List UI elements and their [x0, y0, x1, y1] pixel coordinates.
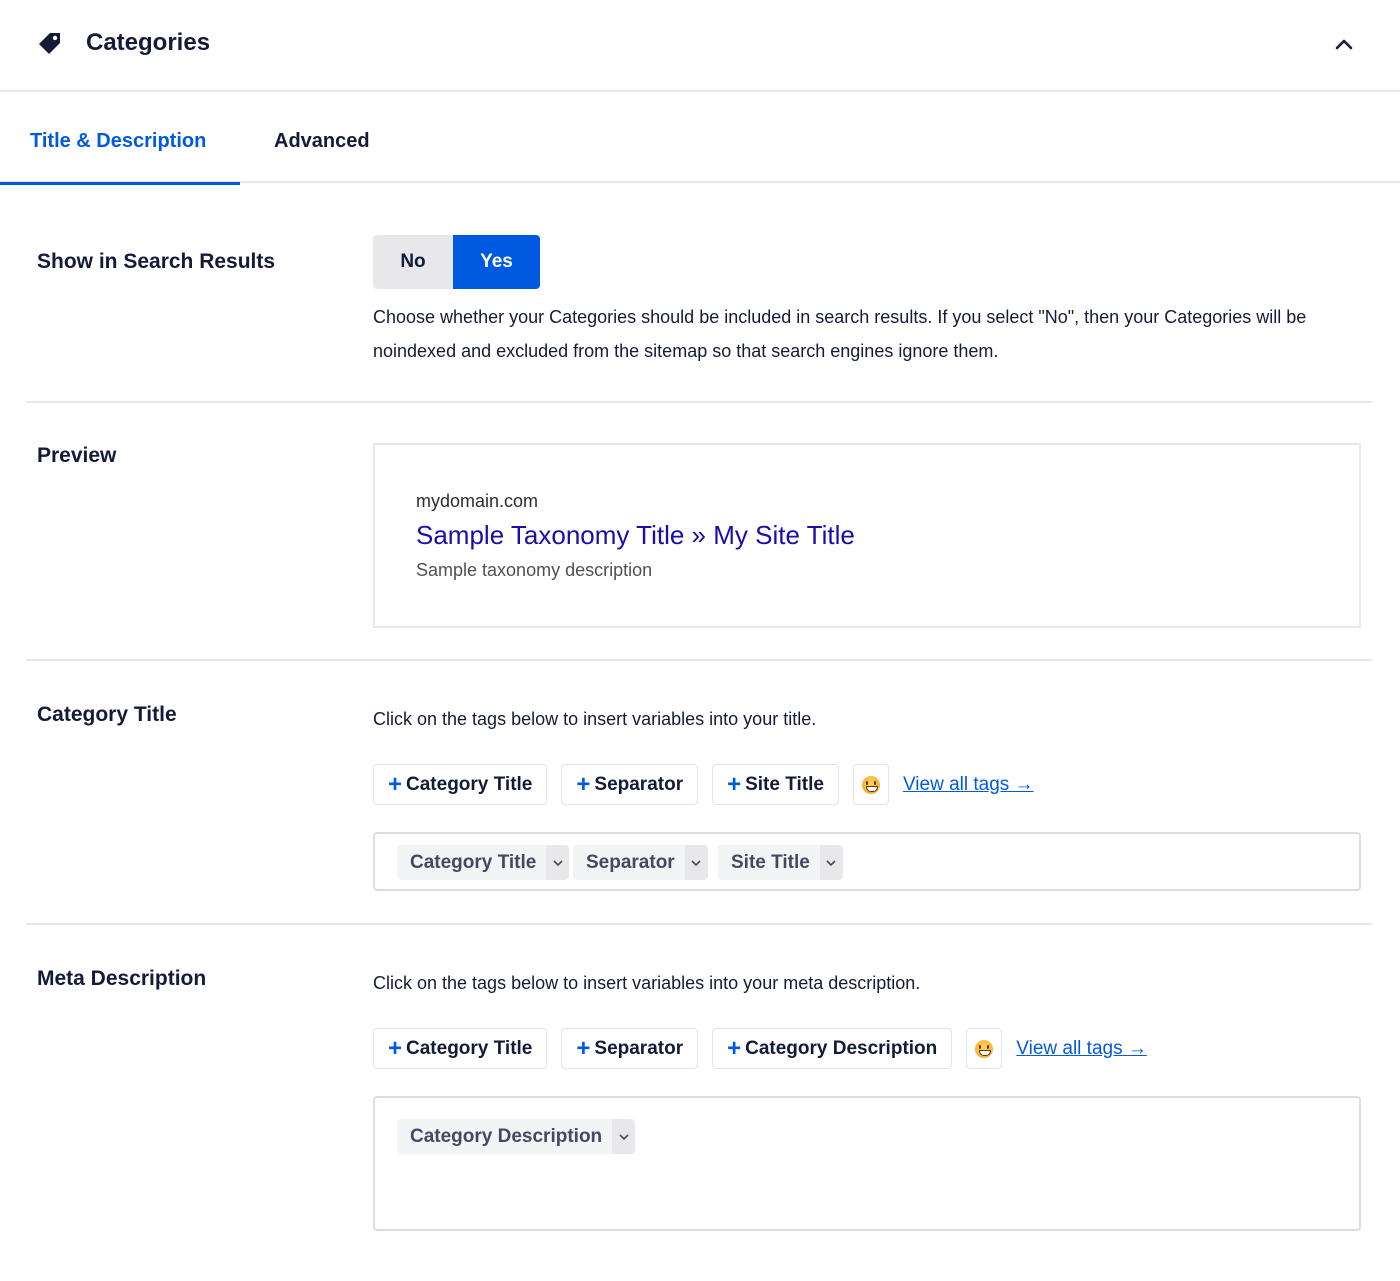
- search-results-description: Choose whether your Categories should be…: [373, 307, 1307, 361]
- chip-separator[interactable]: Separator: [573, 845, 708, 880]
- title-tag-buttons: + Category Title + Separator + Site Titl…: [373, 764, 1034, 805]
- chevron-down-icon[interactable]: [819, 845, 843, 880]
- description-tag-input[interactable]: Category Description: [373, 1096, 1361, 1231]
- tab-title-description[interactable]: Title & Description: [0, 92, 240, 185]
- category-title-label: Category Title: [37, 703, 177, 726]
- chip-site-title[interactable]: Site Title: [718, 845, 843, 880]
- title-tag-input[interactable]: Category Title Separator Site Title: [373, 832, 1361, 891]
- section-title: Categories: [86, 29, 211, 56]
- chip-category-description[interactable]: Category Description: [397, 1119, 636, 1154]
- insert-category-title-button[interactable]: + Category Title: [373, 764, 548, 805]
- plus-icon: +: [727, 770, 742, 798]
- preview-description: Sample taxonomy description: [416, 560, 653, 580]
- search-results-label: Show in Search Results: [37, 250, 276, 273]
- divider: [26, 923, 1372, 925]
- plus-icon: +: [388, 770, 403, 798]
- emoji-picker-button[interactable]: [852, 764, 889, 805]
- preview-domain: mydomain.com: [416, 491, 539, 511]
- chevron-down-icon[interactable]: [546, 845, 570, 880]
- meta-description-help: Click on the tags below to insert variab…: [373, 973, 921, 993]
- toggle-no-button[interactable]: No: [373, 235, 453, 289]
- emoji-icon: [975, 1039, 994, 1058]
- preview-title: Sample Taxonomy Title » My Site Title: [416, 520, 855, 550]
- description-tag-buttons: + Category Title + Separator + Category …: [373, 1028, 1147, 1069]
- section-header: Categories: [0, 0, 1400, 92]
- plus-icon: +: [576, 770, 591, 798]
- chip-category-title[interactable]: Category Title: [397, 845, 570, 880]
- category-title-help: Click on the tags below to insert variab…: [373, 709, 817, 729]
- tab-advanced[interactable]: Advanced: [274, 92, 370, 183]
- chevron-down-icon[interactable]: [684, 845, 708, 880]
- toggle-yes-button[interactable]: Yes: [453, 235, 540, 289]
- chevron-down-icon[interactable]: [612, 1119, 636, 1154]
- plus-icon: +: [576, 1034, 591, 1062]
- chevron-up-icon[interactable]: [1330, 30, 1358, 58]
- serp-preview: mydomain.com Sample Taxonomy Title » My …: [373, 443, 1361, 628]
- view-all-tags-link[interactable]: View all tags →: [1016, 1038, 1147, 1060]
- divider: [26, 659, 1372, 661]
- plus-icon: +: [388, 1034, 403, 1062]
- plus-icon: +: [727, 1034, 742, 1062]
- insert-category-description-button[interactable]: + Category Description: [712, 1028, 953, 1069]
- tag-icon: [39, 33, 60, 54]
- insert-separator-button[interactable]: + Separator: [561, 764, 699, 805]
- meta-description-label: Meta Description: [37, 967, 207, 990]
- emoji-icon: [861, 775, 880, 794]
- search-results-toggle: No Yes: [373, 235, 540, 289]
- emoji-picker-button[interactable]: [966, 1028, 1003, 1069]
- view-all-tags-link[interactable]: View all tags →: [903, 774, 1034, 796]
- insert-category-title-button[interactable]: + Category Title: [373, 1028, 548, 1069]
- divider: [26, 401, 1372, 403]
- preview-label: Preview: [37, 444, 117, 467]
- insert-separator-button[interactable]: + Separator: [561, 1028, 699, 1069]
- insert-site-title-button[interactable]: + Site Title: [712, 764, 839, 805]
- tab-bar: Title & Description Advanced: [0, 92, 1400, 185]
